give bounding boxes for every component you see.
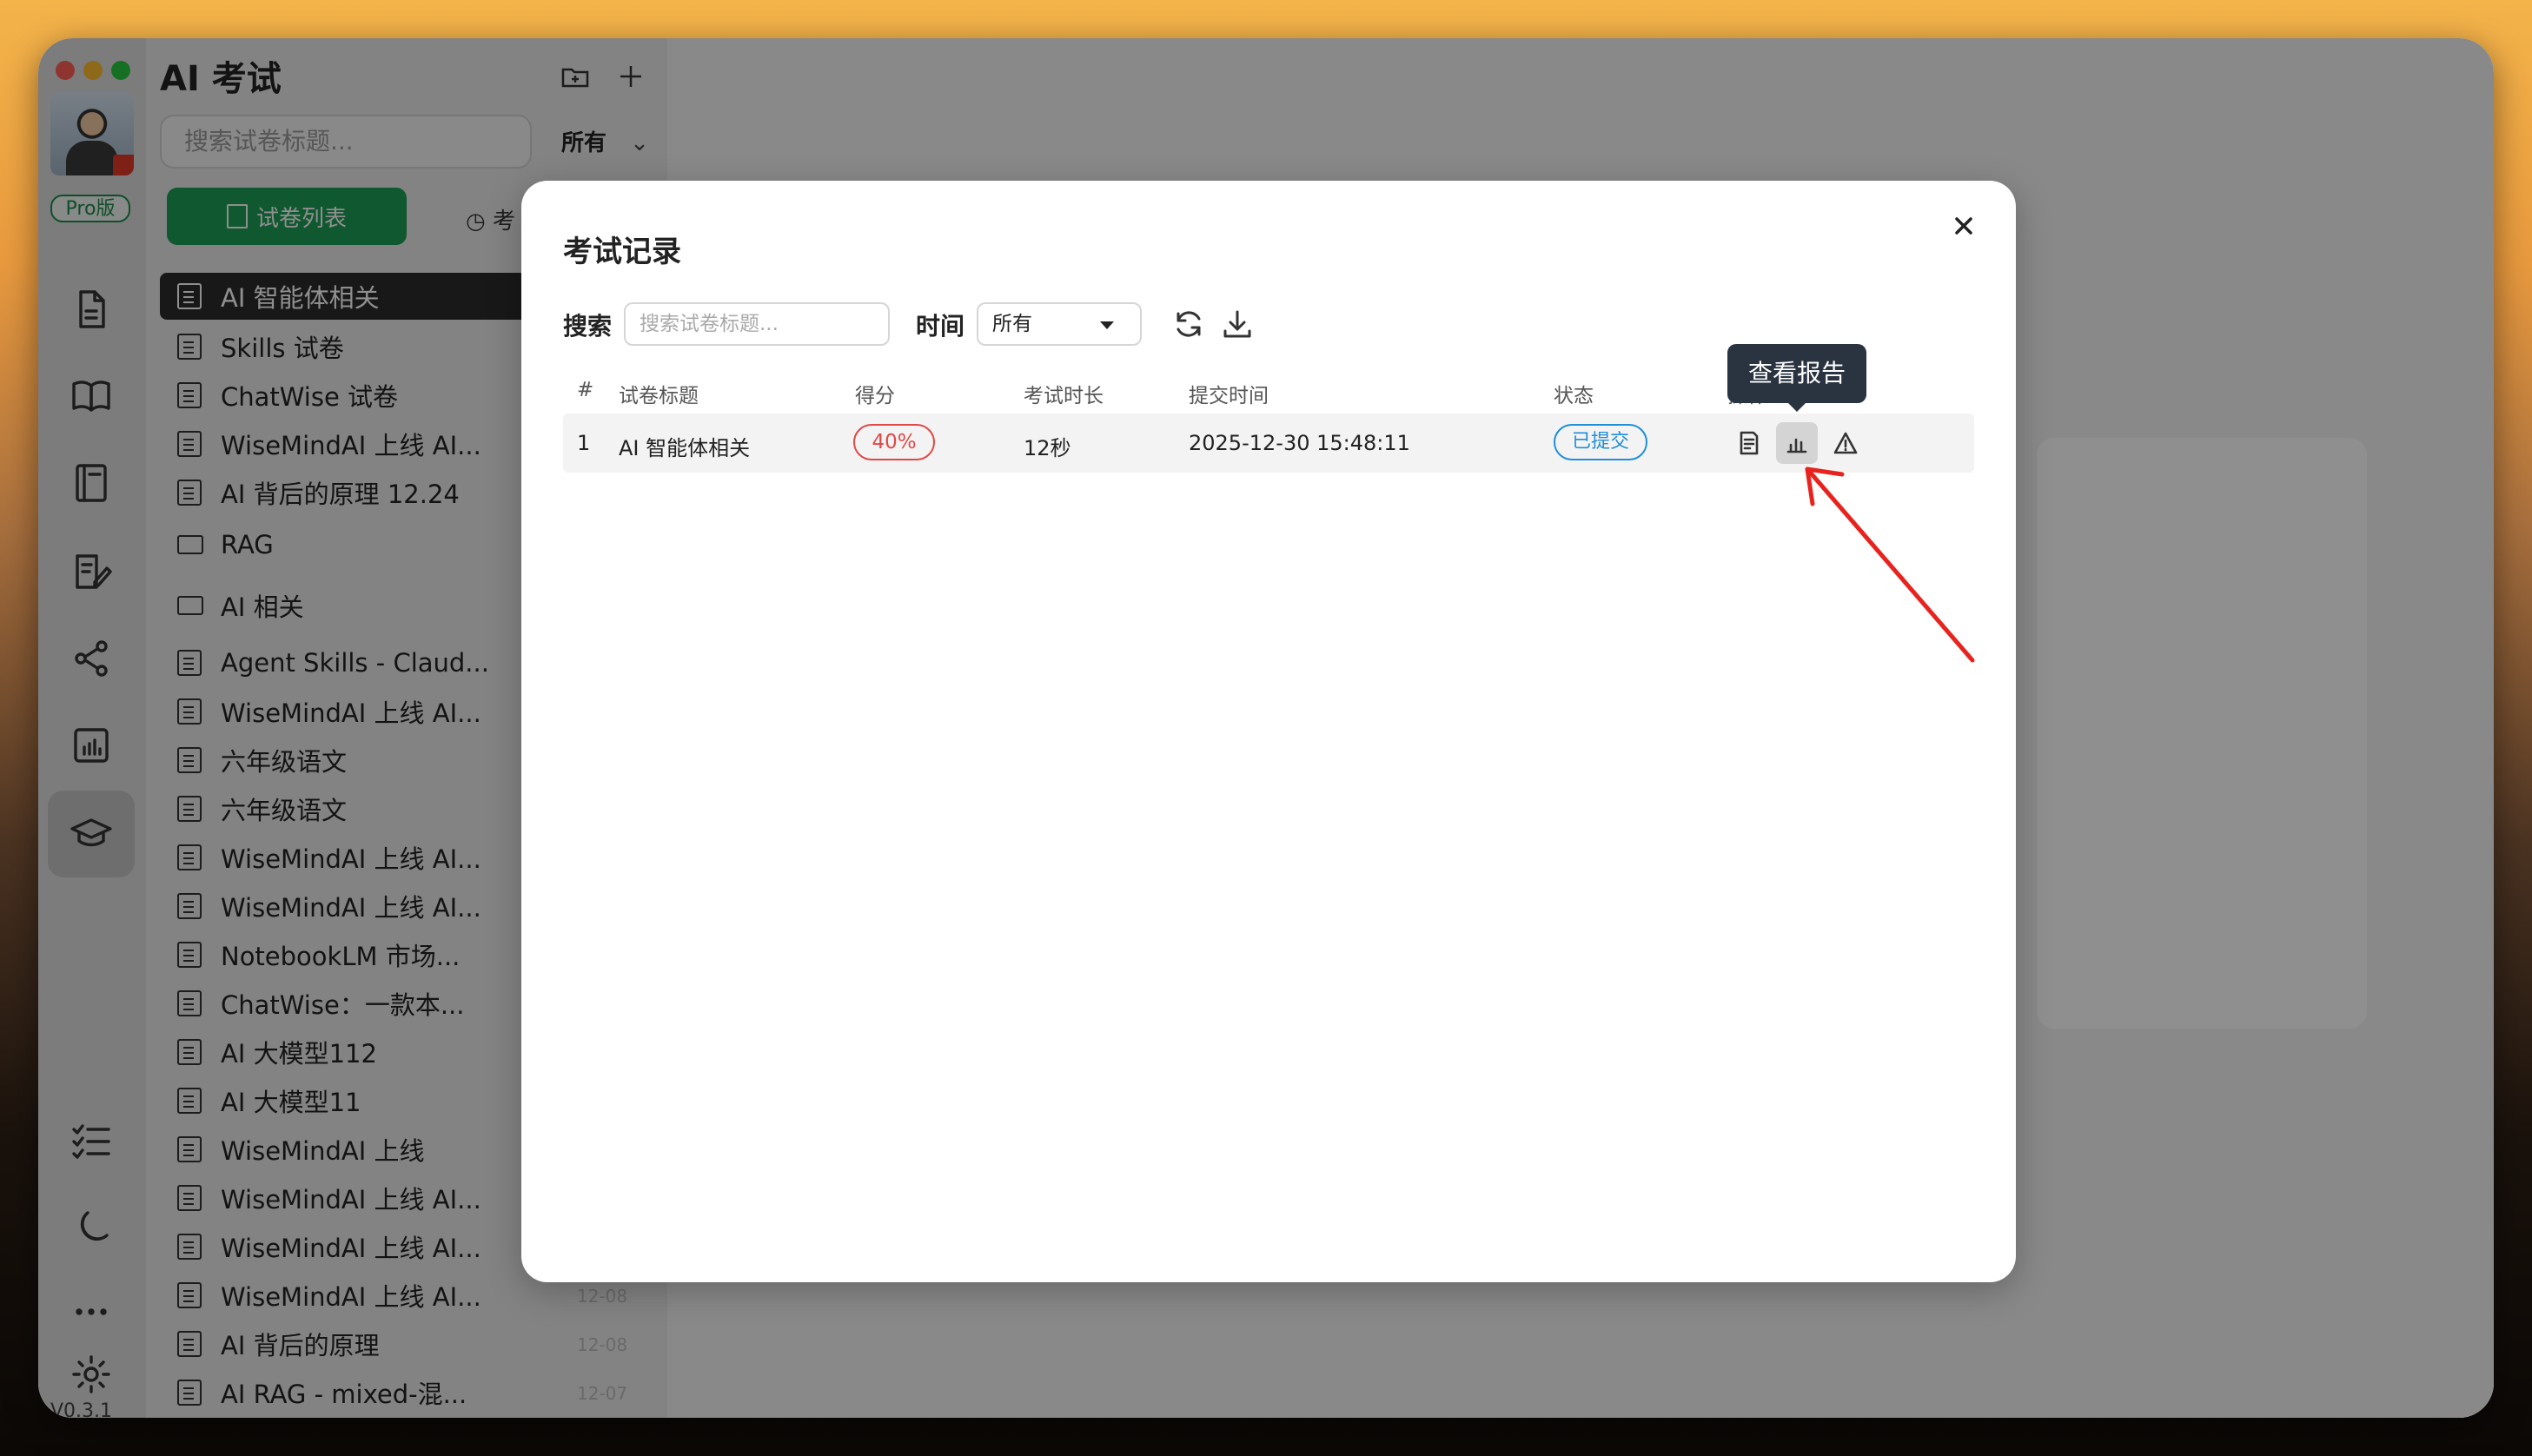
col-index: # [577,379,594,401]
download-icon[interactable] [1220,307,1255,341]
status-badge: 已提交 [1554,424,1647,460]
row-duration: 12秒 [1024,436,1071,460]
record-search-input[interactable]: 搜索试卷标题... [624,302,890,346]
row-index: 1 [577,431,591,455]
annotation-arrow [1805,467,1975,663]
score-badge: 40% [853,424,935,460]
refresh-icon[interactable] [1171,307,1206,341]
row-submitted-time: 2025-12-30 15:48:11 [1189,431,1410,455]
close-icon[interactable] [1943,205,1985,247]
col-score: 得分 [855,385,895,407]
view-report-tooltip: 查看报告 [1727,344,1866,412]
caret-down-icon [1100,321,1114,329]
col-status: 状态 [1554,385,1594,407]
row-title: AI 智能体相关 [619,436,751,460]
dialog-title: 考试记录 [563,235,681,269]
col-title: 试卷标题 [619,385,699,407]
view-paper-icon[interactable] [1731,426,1766,460]
exam-records-dialog: 考试记录 搜索 搜索试卷标题... 时间 所有 # 试卷标题 得分 考试时长 提… [521,181,2016,1282]
time-filter-value: 所有 [992,313,1032,335]
col-duration: 考试时长 [1024,385,1104,407]
col-submitted: 提交时间 [1189,385,1269,407]
time-filter-select[interactable]: 所有 [977,302,1142,346]
time-label: 时间 [916,312,965,341]
search-label: 搜索 [563,312,613,341]
